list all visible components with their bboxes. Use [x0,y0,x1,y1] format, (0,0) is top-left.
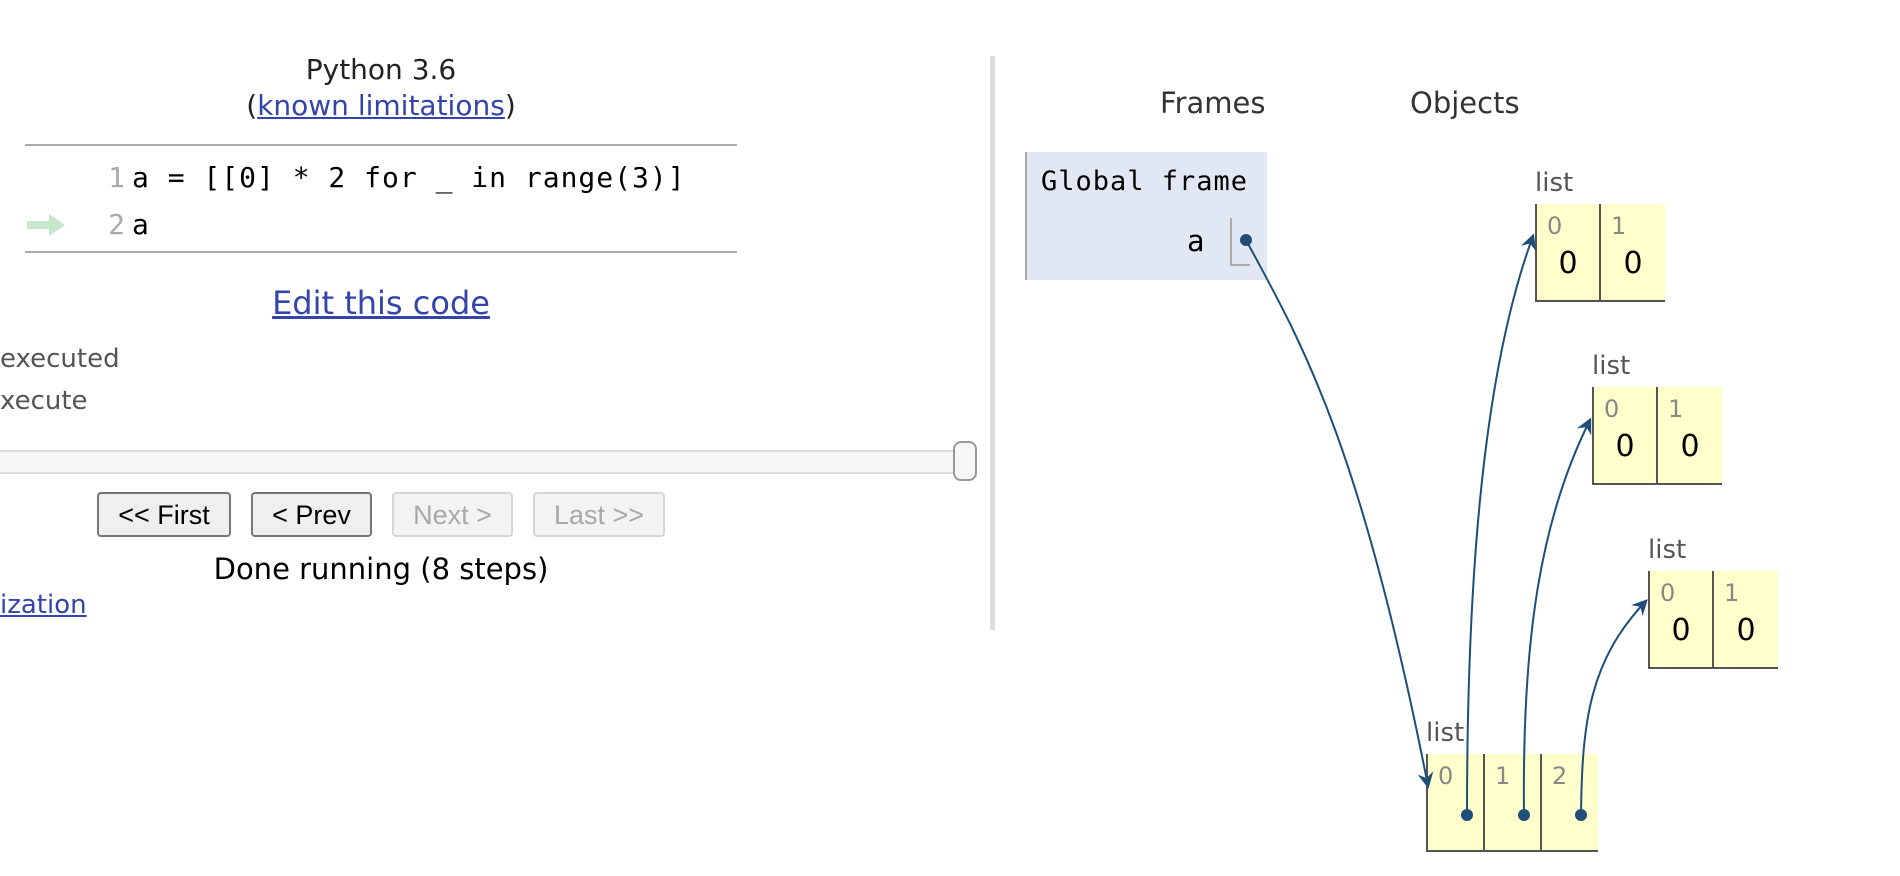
cell-index: 2 [1552,762,1568,790]
code-line-2: 2 a [25,201,737,249]
list-cell: 1 [1485,754,1542,850]
known-limitations-link[interactable]: known limitations [257,89,505,122]
list-cells: 00 10 [1592,387,1722,485]
list-cell: 00 [1594,387,1658,483]
list-cell: 00 [1650,571,1714,667]
paren-open: ( [246,89,258,122]
cell-index: 0 [1660,579,1676,607]
code-text: a = [[0] * 2 for _ in range(3)] [132,161,686,194]
objects-header: Objects [1410,86,1520,120]
pointer-arrow [1245,239,1434,789]
cell-value: 0 [1671,613,1691,648]
cell-index: 1 [1668,395,1684,423]
list-cell: 0 [1428,754,1485,850]
step-slider[interactable] [0,450,960,474]
code-line-1: 1 a = [[0] * 2 for _ in range(3)] [25,154,737,202]
cell-value: 0 [1680,429,1700,464]
next-button[interactable]: Next > [392,492,513,537]
line-number: 2 [108,208,125,241]
edit-code-link[interactable]: Edit this code [0,284,762,322]
slider-handle[interactable] [953,441,977,481]
cell-index: 0 [1604,395,1620,423]
list-type-label: list [1426,718,1465,748]
list-type-label: list [1648,535,1687,565]
list-cell: 10 [1714,571,1778,667]
cell-value: 0 [1623,246,1643,281]
legend-executed: executed [0,344,120,374]
list-cell: 00 [1537,204,1601,300]
heap-list-inner-0: list 00 10 [1535,168,1665,302]
code-divider-top [25,144,737,146]
cell-value: 0 [1736,613,1756,648]
heap-list-outer: list 0 1 2 [1426,718,1598,852]
cell-index: 1 [1724,579,1740,607]
visualization-link[interactable]: ization [0,590,87,620]
list-type-label: list [1535,168,1574,198]
cell-index: 0 [1438,762,1454,790]
pane-divider[interactable] [990,56,995,630]
list-cell: 2 [1542,754,1598,850]
cell-value: 0 [1558,246,1578,281]
list-type-label: list [1592,351,1631,381]
list-cells: 00 10 [1648,571,1778,669]
legend-execute: xecute [0,386,88,416]
global-frame-title: Global frame [1041,166,1249,197]
code-divider-bottom [25,251,737,253]
list-cell: 10 [1658,387,1722,483]
global-frame: Global frame a [1025,152,1267,280]
limitations-line: (known limitations) [0,88,762,124]
heap-list-inner-1: list 00 10 [1592,351,1722,485]
language-header: Python 3.6 (known limitations) [0,52,762,124]
list-cell: 10 [1601,204,1665,300]
execution-status: Done running (8 steps) [213,552,549,586]
paren-close: ) [504,89,516,122]
cell-index: 1 [1495,762,1511,790]
list-cells: 00 10 [1535,204,1665,302]
variable-name: a [1187,224,1205,258]
frames-header: Frames [1160,86,1266,120]
variable-pointer-slot [1230,218,1250,266]
pointer-a-to-outer-list [1240,234,1434,789]
pointer-arrow [1466,233,1536,816]
cell-index: 1 [1611,212,1627,240]
code-text: a [132,208,150,241]
prev-button[interactable]: < Prev [251,492,372,537]
first-button[interactable]: << First [97,492,231,537]
last-button[interactable]: Last >> [533,492,665,537]
heap-list-inner-2: list 00 10 [1648,535,1778,669]
pointer-outer0-to-inner0 [1461,233,1536,821]
cell-value: 0 [1615,429,1635,464]
list-cells: 0 1 2 [1426,754,1598,852]
cell-index: 0 [1547,212,1563,240]
language-version: Python 3.6 [305,53,457,86]
line-number: 1 [108,161,125,194]
current-line-arrow-icon [27,214,65,236]
